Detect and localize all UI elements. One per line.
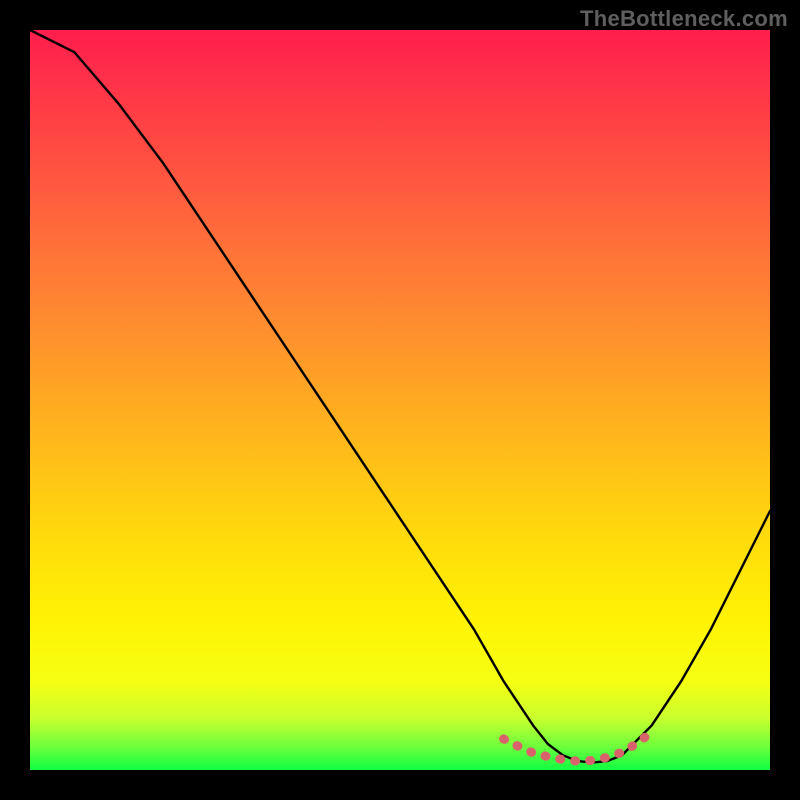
plot-area — [30, 30, 770, 770]
chart-overlay-svg — [30, 30, 770, 770]
watermark-text: TheBottleneck.com — [580, 6, 788, 32]
chart-frame: TheBottleneck.com — [0, 0, 800, 800]
bottleneck-curve-line — [30, 30, 770, 763]
optimal-range-highlight — [504, 732, 652, 761]
